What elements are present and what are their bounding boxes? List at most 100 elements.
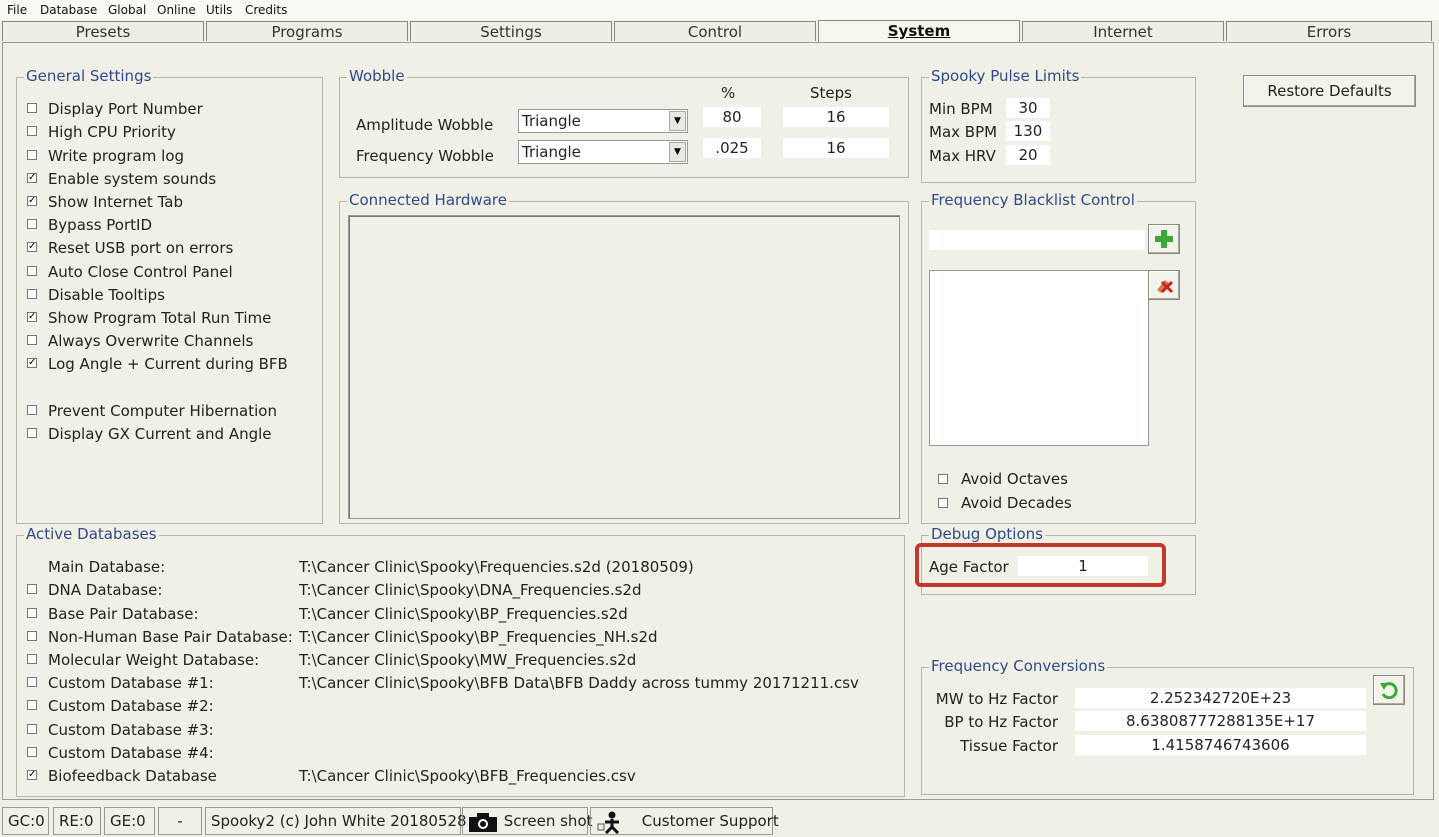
frequency-wobble-percent[interactable]: .025: [703, 138, 761, 158]
checkbox-13[interactable]: [27, 428, 37, 438]
database-path: T:\Cancer Clinic\Spooky\BP_Frequencies_N…: [299, 628, 658, 646]
status-re: RE:0: [53, 807, 101, 835]
tab-settings[interactable]: Settings: [410, 21, 612, 41]
database-checkbox-3[interactable]: [27, 631, 37, 641]
tab-programs[interactable]: Programs: [206, 21, 408, 41]
checkbox-12[interactable]: [27, 405, 37, 415]
tab-control[interactable]: Control: [614, 21, 816, 41]
customer-support-button[interactable]: Customer Support: [590, 807, 779, 835]
checkbox-2[interactable]: [27, 150, 37, 160]
restore-defaults-button[interactable]: Restore Defaults: [1243, 75, 1416, 107]
tab-presets[interactable]: Presets: [2, 21, 204, 41]
database-checkbox-5[interactable]: [27, 677, 37, 687]
tab-system[interactable]: System: [818, 20, 1020, 42]
database-label: Base Pair Database:: [48, 605, 199, 623]
blacklist-list[interactable]: [929, 270, 1149, 446]
max-bpm-label: Max BPM: [929, 123, 998, 141]
support-person-icon: [597, 811, 620, 834]
database-label: Custom Database #2:: [48, 697, 214, 715]
chevron-down-icon[interactable]: ▼: [669, 111, 686, 131]
remove-blacklist-button[interactable]: [1148, 270, 1180, 300]
blacklist-title: Frequency Blacklist Control: [929, 191, 1137, 209]
database-checkbox-1[interactable]: [27, 584, 37, 594]
database-checkbox-9[interactable]: ✓: [27, 770, 37, 780]
menu-credits[interactable]: Credits: [245, 3, 287, 17]
add-blacklist-button[interactable]: [1148, 224, 1180, 254]
database-label: Molecular Weight Database:: [48, 651, 260, 669]
general-setting-label: Always Overwrite Channels: [48, 332, 254, 350]
checkbox-10[interactable]: [27, 335, 37, 345]
max-hrv-label: Max HRV: [929, 147, 996, 165]
general-settings-title: General Settings: [24, 67, 154, 85]
menu-global[interactable]: Global: [108, 3, 146, 17]
amplitude-wobble-percent[interactable]: 80: [703, 107, 761, 127]
avoid-decades-label: Avoid Decades: [961, 494, 1072, 512]
database-checkbox-8[interactable]: [27, 747, 37, 757]
checkbox-6[interactable]: ✓: [27, 242, 37, 252]
avoid-decades-checkbox[interactable]: [938, 498, 948, 508]
amplitude-wobble-select[interactable]: Triangle ▼: [518, 109, 688, 133]
wobble-group: Wobble % Steps Amplitude Wobble Triangle…: [339, 67, 909, 178]
general-setting-label: Log Angle + Current during BFB: [48, 355, 288, 373]
general-setting-label: Reset USB port on errors: [48, 239, 234, 257]
frequency-wobble-label: Frequency Wobble: [356, 147, 494, 165]
general-setting-label: Show Program Total Run Time: [48, 309, 272, 327]
tab-errors[interactable]: Errors: [1226, 21, 1432, 41]
mw-factor-input[interactable]: 2.252342720E+23: [1075, 688, 1366, 708]
general-setting-label: Prevent Computer Hibernation: [48, 402, 277, 420]
undo-icon: [1380, 682, 1398, 700]
pulse-limits-title: Spooky Pulse Limits: [929, 67, 1082, 85]
general-setting-label: Display GX Current and Angle: [48, 425, 272, 443]
frequency-wobble-steps[interactable]: 16: [783, 138, 889, 158]
checkbox-1[interactable]: [27, 126, 37, 136]
menu-database[interactable]: Database: [40, 3, 97, 17]
amplitude-wobble-label: Amplitude Wobble: [356, 116, 494, 134]
checkbox-9[interactable]: ✓: [27, 312, 37, 322]
avoid-octaves-checkbox[interactable]: [938, 474, 948, 484]
frequency-conversions-title: Frequency Conversions: [929, 657, 1108, 675]
database-checkbox-6[interactable]: [27, 700, 37, 710]
checkbox-4[interactable]: ✓: [27, 196, 37, 206]
bp-factor-label: BP to Hz Factor: [944, 713, 1058, 731]
tissue-factor-input[interactable]: 1.4158746743606: [1075, 735, 1366, 755]
highlight-box: [915, 543, 1166, 587]
checkbox-3[interactable]: ✓: [27, 173, 37, 183]
chevron-down-icon[interactable]: ▼: [669, 142, 686, 162]
min-bpm-label: Min BPM: [929, 100, 993, 118]
frequency-conversions-group: Frequency Conversions MW to Hz Factor 2.…: [921, 657, 1414, 795]
frequency-wobble-select[interactable]: Triangle ▼: [518, 140, 688, 164]
mw-factor-label: MW to Hz Factor: [935, 690, 1058, 708]
max-bpm-input[interactable]: 130: [1006, 121, 1050, 141]
wobble-percent-header: %: [721, 84, 736, 102]
menu-bar: File Database Global Online Utils Credit…: [0, 0, 1439, 20]
menu-file[interactable]: File: [7, 3, 27, 17]
status-copyright: Spooky2 (c) John White 20180528: [205, 807, 467, 835]
database-checkbox-4[interactable]: [27, 654, 37, 664]
checkbox-5[interactable]: [27, 219, 37, 229]
checkbox-8[interactable]: [27, 289, 37, 299]
checkbox-7[interactable]: [27, 266, 37, 276]
min-bpm-input[interactable]: 30: [1006, 98, 1050, 118]
reset-conversions-button[interactable]: [1373, 675, 1405, 705]
blacklist-input[interactable]: [929, 230, 1145, 250]
screenshot-button[interactable]: Screen shot: [462, 807, 593, 835]
wobble-steps-header: Steps: [810, 84, 852, 102]
menu-utils[interactable]: Utils: [206, 3, 232, 17]
database-checkbox-2[interactable]: [27, 608, 37, 618]
plus-icon: [1155, 230, 1173, 248]
database-checkbox-7[interactable]: [27, 724, 37, 734]
status-gc: GC:0: [2, 807, 49, 835]
menu-online[interactable]: Online: [157, 3, 196, 17]
tab-internet[interactable]: Internet: [1022, 21, 1224, 41]
database-label: Non-Human Base Pair Database:: [48, 628, 293, 646]
database-path: T:\Cancer Clinic\Spooky\MW_Frequencies.s…: [299, 651, 637, 669]
connected-hardware-list[interactable]: [348, 215, 900, 519]
bp-factor-input[interactable]: 8.63808777288135E+17: [1075, 711, 1366, 731]
general-setting-label: Write program log: [48, 147, 185, 165]
amplitude-wobble-steps[interactable]: 16: [783, 107, 889, 127]
max-hrv-input[interactable]: 20: [1006, 145, 1050, 165]
checkbox-11[interactable]: ✓: [27, 358, 37, 368]
checkbox-0[interactable]: [27, 103, 37, 113]
database-label: DNA Database:: [48, 581, 163, 599]
general-setting-label: Auto Close Control Panel: [48, 263, 233, 281]
